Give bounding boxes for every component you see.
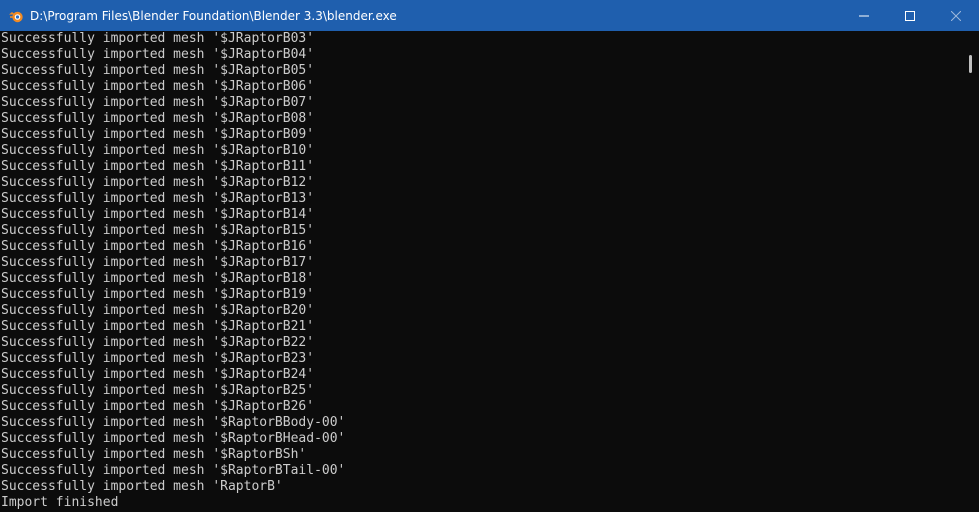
- console-line: Successfully imported mesh '$JRaptorB04': [1, 47, 315, 62]
- console-line: Successfully imported mesh '$RaptorBBody…: [1, 415, 346, 430]
- console-line: Successfully imported mesh '$JRaptorB24': [1, 367, 315, 382]
- console-line: Successfully imported mesh '$JRaptorB06': [1, 79, 315, 94]
- console-line: Successfully imported mesh '$JRaptorB23': [1, 351, 315, 366]
- console-line: Successfully imported mesh '$JRaptorB22': [1, 335, 315, 350]
- console-line: Successfully imported mesh '$JRaptorB11': [1, 159, 315, 174]
- console-window: D:\Program Files\Blender Foundation\Blen…: [0, 0, 979, 512]
- console-output[interactable]: Successfully imported mesh '$JRaptorB03'…: [0, 31, 962, 512]
- close-icon: [951, 10, 961, 21]
- console-line: Successfully imported mesh '$JRaptorB03': [1, 31, 315, 46]
- console-line: Successfully imported mesh '$JRaptorB21': [1, 319, 315, 334]
- minimize-button[interactable]: [841, 0, 887, 31]
- minimize-icon: [859, 15, 869, 16]
- console-line: Successfully imported mesh '$JRaptorB08': [1, 111, 315, 126]
- console-line: Successfully imported mesh '$JRaptorB14': [1, 207, 315, 222]
- title-bar[interactable]: D:\Program Files\Blender Foundation\Blen…: [0, 0, 979, 31]
- console-line: Successfully imported mesh '$RaptorBHead…: [1, 431, 346, 446]
- scrollbar-thumb[interactable]: [969, 55, 972, 73]
- console-line: Successfully imported mesh '$JRaptorB17': [1, 255, 315, 270]
- console-line: Successfully imported mesh '$JRaptorB26': [1, 399, 315, 414]
- maximize-icon: [905, 10, 915, 21]
- console-line: Successfully imported mesh '$JRaptorB18': [1, 271, 315, 286]
- console-line: Successfully imported mesh '$JRaptorB10': [1, 143, 315, 158]
- vertical-scrollbar[interactable]: [962, 31, 979, 512]
- console-line: Successfully imported mesh '$RaptorBSh': [1, 447, 307, 462]
- console-line: Successfully imported mesh '$JRaptorB16': [1, 239, 315, 254]
- console-line: Successfully imported mesh 'RaptorB': [1, 479, 283, 494]
- window-title: D:\Program Files\Blender Foundation\Blen…: [30, 8, 397, 23]
- console-line: Successfully imported mesh '$JRaptorB05': [1, 63, 315, 78]
- console-line: Successfully imported mesh '$JRaptorB25': [1, 383, 315, 398]
- console-line: Successfully imported mesh '$JRaptorB07': [1, 95, 315, 110]
- console-line: Import finished: [1, 495, 119, 510]
- close-button[interactable]: [933, 0, 979, 31]
- console-line: Successfully imported mesh '$JRaptorB19': [1, 287, 315, 302]
- console-line: Successfully imported mesh '$JRaptorB20': [1, 303, 315, 318]
- console-line: Successfully imported mesh '$JRaptorB12': [1, 175, 315, 190]
- blender-icon[interactable]: [8, 8, 24, 24]
- maximize-button[interactable]: [887, 0, 933, 31]
- window-controls: [841, 0, 979, 31]
- console-line: Successfully imported mesh '$JRaptorB13': [1, 191, 315, 206]
- console-line: Successfully imported mesh '$RaptorBTail…: [1, 463, 346, 478]
- console-line: Successfully imported mesh '$JRaptorB09': [1, 127, 315, 142]
- console-line: Successfully imported mesh '$JRaptorB15': [1, 223, 315, 238]
